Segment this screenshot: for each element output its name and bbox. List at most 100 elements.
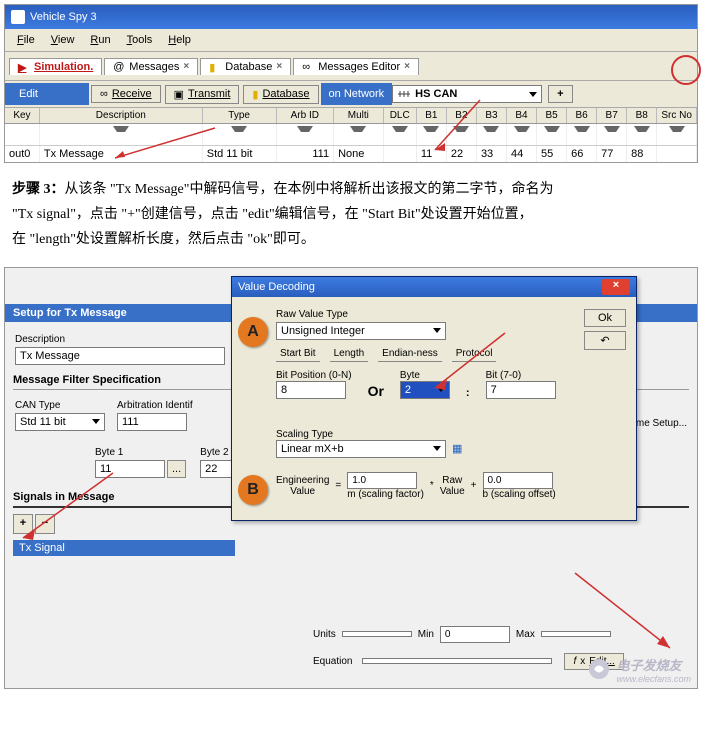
dialog-titlebar: Value Decoding ×	[232, 277, 636, 297]
arb-label: Arbitration Identif	[117, 400, 193, 411]
receive-button[interactable]: ∞Receive	[91, 85, 161, 103]
funnel-icon[interactable]	[423, 126, 439, 140]
close-icon[interactable]: ×	[276, 61, 282, 72]
col-multi: Multi	[334, 108, 383, 123]
max-input[interactable]	[541, 631, 611, 637]
signal-row[interactable]: Tx Signal	[13, 540, 235, 556]
tab-startbit[interactable]: Start Bit	[276, 346, 320, 362]
funnel-icon[interactable]	[574, 126, 590, 140]
msg-icon: @	[113, 61, 125, 73]
bitpos-input[interactable]: 8	[276, 381, 346, 399]
network-select[interactable]: HS CAN	[392, 85, 542, 103]
funnel-icon[interactable]	[634, 126, 650, 140]
m-input[interactable]: 1.0	[347, 472, 417, 489]
cell-b2: 22	[447, 146, 477, 162]
min-input[interactable]: 0	[440, 626, 510, 643]
funnel-icon[interactable]	[483, 126, 499, 140]
cell-b6: 66	[567, 146, 597, 162]
byte-select[interactable]: 2	[400, 381, 450, 399]
menu-file[interactable]: File	[9, 32, 43, 48]
desc-input[interactable]: Tx Message	[15, 347, 225, 365]
col-b2: B2	[447, 108, 477, 123]
funnel-icon[interactable]	[669, 126, 685, 140]
cell-b5: 55	[537, 146, 567, 162]
col-b4: B4	[507, 108, 537, 123]
funnel-icon[interactable]	[544, 126, 560, 140]
database-button[interactable]: ▮Database	[243, 85, 318, 104]
db-icon: ▮	[209, 61, 221, 73]
menu-tools[interactable]: Tools	[119, 32, 161, 48]
byte1-more-button[interactable]: ...	[167, 460, 186, 478]
col-dlc: DLC	[384, 108, 417, 123]
funnel-icon[interactable]	[350, 126, 366, 140]
cell-desc: Tx Message	[40, 146, 203, 162]
add-signal-button[interactable]: +	[13, 514, 33, 534]
max-label: Max	[516, 629, 535, 640]
b-note: b (scaling offset)	[483, 489, 556, 500]
b-input[interactable]: 0.0	[483, 472, 553, 489]
rawtype-select[interactable]: Unsigned Integer	[276, 322, 446, 340]
funnel-icon[interactable]	[113, 126, 129, 140]
units-input[interactable]	[342, 631, 412, 637]
remove-signal-button[interactable]: −	[35, 514, 55, 534]
add-button[interactable]: +	[548, 85, 572, 103]
dropdown-icon	[437, 387, 445, 392]
table-icon[interactable]: ▦	[452, 442, 462, 455]
funnel-icon[interactable]	[392, 126, 408, 140]
funnel-icon[interactable]	[604, 126, 620, 140]
tab-endian[interactable]: Endian-ness	[378, 346, 442, 362]
tabbar: ▶Simulation. @Messages× ▮Database× ∞Mess…	[5, 52, 697, 81]
close-button[interactable]: ×	[602, 279, 630, 295]
filter-row	[5, 124, 697, 146]
tab-simulation[interactable]: ▶Simulation.	[9, 58, 102, 75]
funnel-icon[interactable]	[231, 126, 247, 140]
edit-toolbar: Edit ∞Receive ▣Transmit ▮Database on Net…	[5, 81, 697, 108]
cell-key: out0	[5, 146, 40, 162]
scaling-select[interactable]: Linear mX+b	[276, 440, 446, 458]
receive-icon: ∞	[100, 88, 108, 100]
menu-view[interactable]: View	[43, 32, 83, 48]
menu-help[interactable]: Help	[160, 32, 199, 48]
byte1-input[interactable]: 11	[95, 460, 165, 478]
col-type: Type	[203, 108, 277, 123]
equation-input[interactable]	[362, 658, 552, 664]
col-b8: B8	[627, 108, 657, 123]
funnel-icon[interactable]	[514, 126, 530, 140]
watermark: 电子发烧友 www.elecfans.com	[588, 655, 691, 684]
tab-protocol[interactable]: Protocol	[452, 346, 497, 362]
close-icon[interactable]: ×	[404, 61, 410, 72]
cell-dlc	[384, 146, 417, 162]
col-b6: B6	[567, 108, 597, 123]
bit-input[interactable]: 7	[486, 381, 556, 399]
arb-input[interactable]: 111	[117, 413, 187, 431]
funnel-icon[interactable]	[297, 126, 313, 140]
cell-b8: 88	[627, 146, 657, 162]
undo-button[interactable]: ↶	[584, 331, 626, 350]
col-src: Src No	[657, 108, 697, 123]
cell-multi: None	[334, 146, 383, 162]
grid-header: Key Description Type Arb ID Multi DLC B1…	[5, 108, 697, 124]
tab-messages-editor[interactable]: ∞Messages Editor×	[293, 58, 419, 75]
tab-length[interactable]: Length	[330, 346, 369, 362]
network-icon	[397, 89, 411, 99]
cantype-select[interactable]: Std 11 bit	[15, 413, 105, 431]
close-icon[interactable]: ×	[183, 61, 189, 72]
cell-b7: 77	[597, 146, 627, 162]
table-row[interactable]: out0 Tx Message Std 11 bit 111 None 11 2…	[5, 146, 697, 162]
min-label: Min	[418, 629, 434, 640]
scaling-label: Scaling Type	[276, 429, 626, 440]
equation-label: Equation	[313, 656, 352, 667]
menubar: File View Run Tools Help	[5, 29, 697, 52]
on-network-label: on Network	[321, 83, 393, 105]
dropdown-icon	[433, 446, 441, 451]
tab-database[interactable]: ▮Database×	[200, 58, 291, 75]
transmit-button[interactable]: ▣Transmit	[165, 85, 240, 104]
step-heading: 步骤 3：	[12, 182, 65, 197]
cell-b3: 33	[477, 146, 507, 162]
menu-run[interactable]: Run	[82, 32, 118, 48]
ok-button[interactable]: Ok	[584, 309, 626, 327]
transmit-icon: ▣	[174, 88, 184, 101]
tab-messages[interactable]: @Messages×	[104, 58, 198, 75]
funnel-icon[interactable]	[453, 126, 469, 140]
window-titlebar: Vehicle Spy 3	[5, 5, 697, 29]
